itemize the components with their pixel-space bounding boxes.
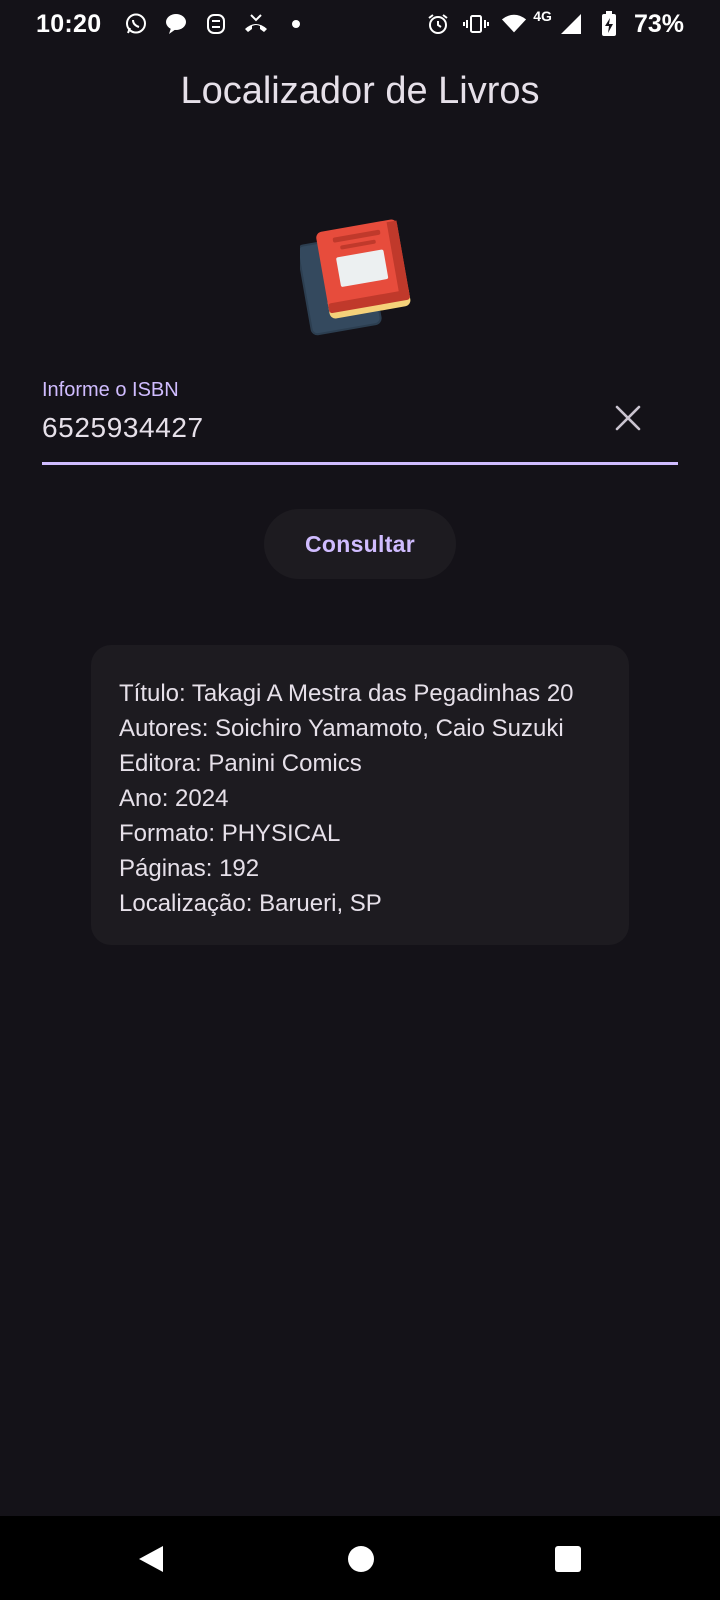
cellular-signal-icon: [558, 11, 584, 37]
missed-call-icon: [243, 11, 269, 37]
result-format: Formato: PHYSICAL: [119, 820, 341, 847]
isbn-field-label: Informe o ISBN: [42, 379, 179, 401]
status-bar-left: 10:20: [36, 10, 309, 39]
home-icon[interactable]: [345, 1543, 377, 1575]
wifi-icon: [501, 11, 527, 37]
status-bar-right: 4G 73%: [425, 8, 684, 39]
alarm-icon: [425, 11, 451, 37]
navigation-bar: [0, 1516, 720, 1600]
result-year: Ano: 2024: [119, 785, 229, 812]
close-icon[interactable]: [608, 398, 648, 438]
vibrate-icon: [463, 11, 490, 37]
app-notification-icon: [203, 11, 229, 37]
isbn-input[interactable]: 6525934427: [42, 412, 204, 444]
network-type-label: 4G: [533, 8, 552, 24]
recents-icon[interactable]: [552, 1543, 584, 1575]
search-button[interactable]: Consultar: [264, 509, 456, 579]
chat-bubble-icon: [163, 11, 189, 37]
result-authors: Autores: Soichiro Yamamoto, Caio Suzuki: [119, 715, 564, 742]
result-pages: Páginas: 192: [119, 855, 260, 882]
result-card: Título: Takagi A Mestra das Pegadinhas 2…: [91, 645, 629, 945]
isbn-field-underline: [42, 462, 678, 465]
battery-percent: 73%: [633, 9, 684, 38]
status-time: 10:20: [36, 9, 102, 38]
battery-charging-icon: [596, 11, 622, 37]
app-screen: 10:20 4G 73% Localizador de Livros Infor…: [0, 0, 720, 1600]
books-icon: [296, 218, 420, 338]
page-title: Localizador de Livros: [180, 70, 540, 112]
search-button-label: Consultar: [304, 530, 416, 557]
result-location: Localização: Barueri, SP: [119, 890, 382, 917]
isbn-field[interactable]: Informe o ISBN 6525934427: [42, 376, 678, 466]
back-icon[interactable]: [135, 1543, 167, 1575]
result-publisher: Editora: Panini Comics: [119, 750, 362, 777]
more-notifications-dot: [283, 11, 309, 37]
status-bar: 10:20 4G 73%: [0, 0, 720, 48]
whatsapp-icon: [123, 11, 149, 37]
result-title: Título: Takagi A Mestra das Pegadinhas 2…: [119, 680, 574, 707]
